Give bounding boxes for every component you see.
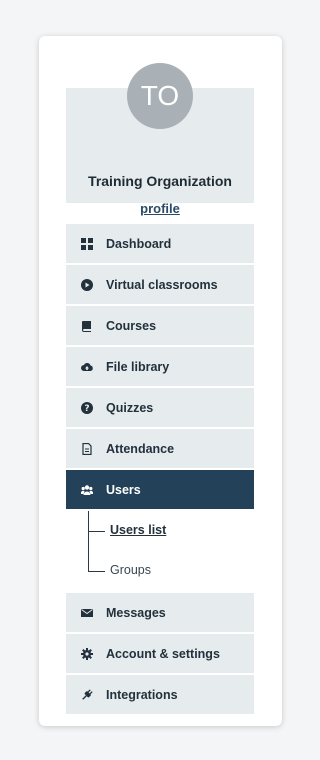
sidebar-item-integrations[interactable]: Integrations (66, 675, 254, 714)
submenu-item-groups[interactable]: Groups (66, 551, 254, 591)
submenu-item-users-list[interactable]: Users list (66, 511, 254, 551)
sidebar-card: TO Training Organization profile Dashboa… (39, 36, 282, 726)
sidebar-item-quizzes[interactable]: ? Quizzes (66, 388, 254, 427)
users-submenu: Users list Groups (66, 511, 254, 591)
svg-text:?: ? (84, 404, 89, 414)
plug-icon (81, 688, 93, 701)
sidebar-item-label: Attendance (106, 441, 175, 456)
sidebar-item-file-library[interactable]: File library (66, 347, 254, 386)
sidebar-item-virtual-classrooms[interactable]: Virtual classrooms (66, 265, 254, 304)
sidebar-item-label: Users (106, 482, 141, 497)
document-icon (81, 442, 93, 455)
question-circle-icon: ? (81, 401, 93, 414)
sidebar-item-messages[interactable]: Messages (66, 593, 254, 632)
submenu-item-label: Users list (110, 523, 167, 537)
organization-name: Training Organization (88, 173, 232, 189)
envelope-icon (81, 607, 93, 619)
sidebar-item-label: Quizzes (106, 400, 154, 415)
sidebar-item-label: Messages (106, 605, 166, 620)
users-icon (81, 484, 93, 496)
sidebar-item-label: Dashboard (106, 236, 172, 251)
tree-line (88, 551, 89, 572)
sidebar-item-label: Courses (106, 318, 157, 333)
play-circle-icon (81, 278, 93, 291)
gear-icon (81, 647, 93, 660)
sidebar-item-label: Account & settings (106, 646, 220, 661)
sidebar-item-attendance[interactable]: Attendance (66, 429, 254, 468)
cloud-upload-icon (81, 361, 93, 373)
avatar[interactable]: TO (127, 63, 193, 129)
tree-connector (88, 531, 105, 532)
sidebar-item-label: Virtual classrooms (106, 277, 218, 292)
sidebar-item-dashboard[interactable]: Dashboard (66, 224, 254, 263)
sidebar-item-courses[interactable]: Courses (66, 306, 254, 345)
sidebar-item-label: Integrations (106, 687, 178, 702)
tree-connector (88, 571, 105, 572)
sidebar-item-label: File library (106, 359, 170, 374)
book-icon (81, 320, 93, 332)
sidebar-item-users[interactable]: Users (66, 470, 254, 509)
submenu-item-label: Groups (110, 563, 151, 577)
sidebar-menu: Dashboard Virtual classrooms Courses Fil… (66, 224, 254, 716)
profile-link[interactable]: profile (66, 201, 254, 216)
dashboard-grid-icon (81, 237, 93, 250)
sidebar-item-account-settings[interactable]: Account & settings (66, 634, 254, 673)
